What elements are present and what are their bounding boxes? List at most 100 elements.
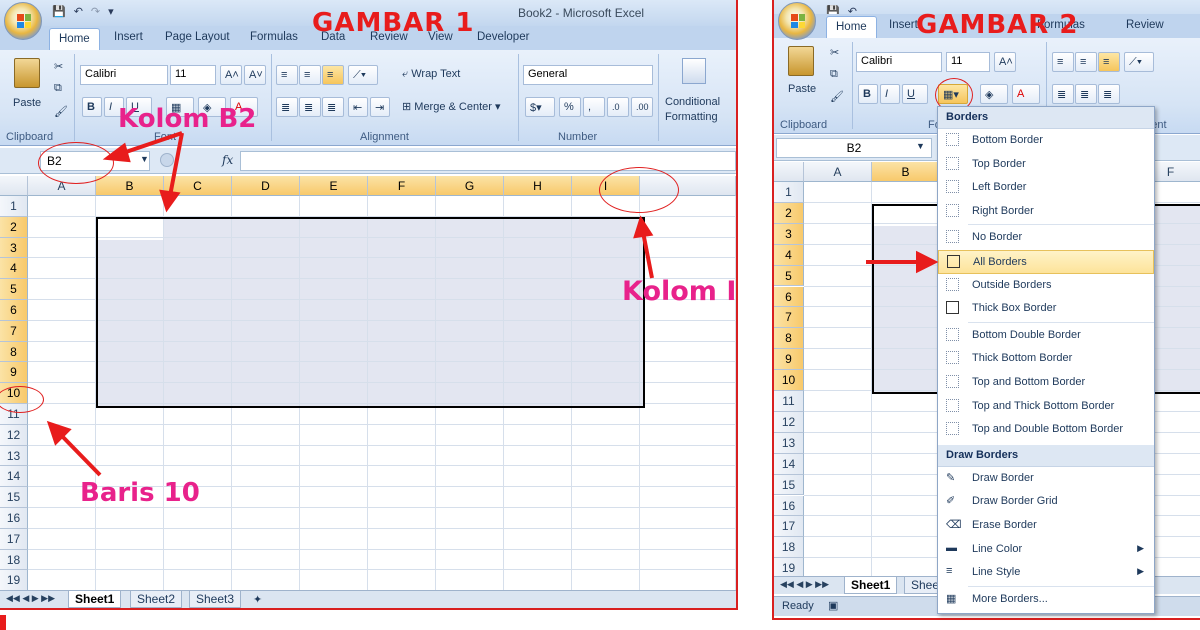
align-bottom-button[interactable]: ≡ bbox=[1098, 52, 1120, 72]
align-right-button[interactable]: ≣ bbox=[1098, 84, 1120, 104]
comma-button[interactable]: , bbox=[583, 97, 605, 117]
sheet-tab-1[interactable]: Sheet1 bbox=[68, 591, 122, 608]
menu-item-bottom-double-border[interactable]: Bottom Double Border bbox=[938, 324, 1154, 348]
center-button[interactable]: ≣ bbox=[1075, 84, 1097, 104]
paste-icon[interactable] bbox=[788, 46, 814, 76]
font-name-combo[interactable]: Calibri bbox=[80, 65, 168, 85]
row-header[interactable]: 13 bbox=[0, 445, 28, 467]
align-top-button[interactable]: ≡ bbox=[276, 65, 298, 85]
menu-item-top-and-bottom-border[interactable]: Top and Bottom Border bbox=[938, 371, 1154, 395]
row-header[interactable]: 9 bbox=[774, 349, 804, 371]
menu-item-line-style[interactable]: ≡ Line Style ▶ bbox=[938, 561, 1154, 585]
increase-indent-button[interactable]: ⇥ bbox=[370, 97, 390, 117]
font-size-combo[interactable]: 11 bbox=[946, 52, 990, 72]
tab-insert[interactable]: Insert bbox=[114, 31, 143, 43]
menu-item-draw-border[interactable]: ✎ Draw Border bbox=[938, 467, 1154, 491]
undo-icon[interactable]: ↶ bbox=[74, 5, 83, 18]
menu-item-no-border[interactable]: No Border bbox=[938, 226, 1154, 250]
row-header[interactable]: 17 bbox=[774, 516, 804, 538]
menu-item-top-and-double-bottom-border[interactable]: Top and Double Bottom Border bbox=[938, 418, 1154, 442]
column-header[interactable]: F bbox=[368, 176, 436, 196]
menu-item-thick-bottom-border[interactable]: Thick Bottom Border bbox=[938, 347, 1154, 371]
menu-item-thick-box-border[interactable]: Thick Box Border bbox=[938, 297, 1154, 321]
conditional-formatting-icon[interactable] bbox=[682, 58, 706, 84]
center-button[interactable]: ≣ bbox=[299, 97, 321, 117]
select-all-corner[interactable] bbox=[0, 176, 28, 196]
decrease-decimal-button[interactable]: .00 bbox=[631, 97, 653, 117]
menu-item-top-border[interactable]: Top Border bbox=[938, 153, 1154, 177]
fill-color-button[interactable]: ◈ bbox=[980, 84, 1008, 104]
bold-button[interactable]: B bbox=[858, 84, 878, 104]
name-box[interactable]: B2 bbox=[776, 138, 932, 158]
row-header[interactable]: 15 bbox=[774, 474, 804, 496]
cut-icon[interactable]: ✂ bbox=[54, 60, 63, 73]
insert-sheet-icon[interactable]: ✦ bbox=[253, 593, 262, 606]
column-header[interactable]: B bbox=[872, 162, 940, 182]
percent-button[interactable]: % bbox=[559, 97, 581, 117]
column-header[interactable]: H bbox=[504, 176, 572, 196]
sheet-tab-1[interactable]: Sheet1 bbox=[844, 577, 898, 594]
row-header[interactable]: 17 bbox=[0, 528, 28, 550]
orientation-button[interactable]: ⟋▾ bbox=[348, 65, 378, 85]
orientation-button[interactable]: ⟋▾ bbox=[1124, 52, 1154, 72]
tab-page-layout[interactable]: Page Layout bbox=[165, 31, 230, 43]
formatting-label[interactable]: Formatting bbox=[665, 111, 718, 123]
row-header[interactable]: 5 bbox=[774, 265, 804, 287]
font-color-button[interactable]: A bbox=[1012, 84, 1040, 104]
align-top-button[interactable]: ≡ bbox=[1052, 52, 1074, 72]
name-box-dropdown-icon[interactable]: ▼ bbox=[916, 141, 925, 151]
menu-item-outside-borders[interactable]: Outside Borders bbox=[938, 274, 1154, 298]
row-header[interactable]: 4 bbox=[0, 258, 28, 280]
row-header[interactable]: 8 bbox=[0, 341, 28, 363]
merge-center-button[interactable]: ⊞ Merge & Center ▾ bbox=[402, 100, 501, 113]
tab-review[interactable]: Review bbox=[1126, 19, 1164, 31]
tab-home[interactable]: Home bbox=[49, 28, 100, 50]
menu-item-left-border[interactable]: Left Border bbox=[938, 176, 1154, 200]
row-header[interactable]: 10 bbox=[774, 370, 804, 391]
office-button[interactable] bbox=[4, 2, 42, 40]
column-header[interactable]: C bbox=[164, 176, 232, 196]
menu-item-more-borders-[interactable]: ▦ More Borders... bbox=[938, 588, 1154, 612]
format-painter-icon[interactable]: 🖌 bbox=[54, 105, 68, 118]
sheet-nav-icon[interactable]: ◀◀ ◀ ▶ ▶▶ bbox=[780, 579, 829, 590]
copy-icon[interactable]: ⧉ bbox=[830, 68, 838, 81]
first-sheet-icon[interactable]: ◀◀ ◀ ▶ ▶▶ bbox=[6, 593, 55, 604]
column-header[interactable]: G bbox=[436, 176, 504, 196]
menu-item-top-and-thick-bottom-border[interactable]: Top and Thick Bottom Border bbox=[938, 395, 1154, 419]
row-header[interactable]: 16 bbox=[774, 495, 804, 517]
font-size-combo[interactable]: 11 bbox=[170, 65, 216, 85]
row-header[interactable]: 19 bbox=[0, 570, 28, 592]
format-painter-icon[interactable]: 🖌 bbox=[830, 90, 844, 103]
paste-icon[interactable] bbox=[14, 58, 40, 88]
row-header[interactable]: 16 bbox=[0, 508, 28, 529]
row-header[interactable]: 6 bbox=[0, 300, 28, 321]
italic-button[interactable]: I bbox=[880, 84, 900, 104]
cut-icon[interactable]: ✂ bbox=[830, 46, 839, 59]
row-header[interactable]: 1 bbox=[774, 182, 804, 203]
shrink-font-button[interactable]: A˅ bbox=[244, 65, 266, 85]
row-header[interactable]: 2 bbox=[0, 216, 28, 238]
row-header[interactable]: 2 bbox=[774, 202, 804, 224]
row-header[interactable]: 14 bbox=[774, 453, 804, 475]
row-header[interactable]: 13 bbox=[774, 432, 804, 454]
align-bottom-button[interactable]: ≡ bbox=[322, 65, 344, 85]
paste-button[interactable]: Paste bbox=[788, 83, 816, 95]
align-middle-button[interactable]: ≡ bbox=[1075, 52, 1097, 72]
column-header[interactable]: D bbox=[232, 176, 300, 196]
column-header[interactable]: B bbox=[96, 176, 164, 196]
row-header[interactable]: 11 bbox=[774, 391, 804, 412]
row-header[interactable]: 7 bbox=[774, 307, 804, 329]
sheet-tab-3[interactable]: Sheet3 bbox=[189, 591, 242, 608]
bold-button[interactable]: B bbox=[82, 97, 102, 117]
column-header[interactable]: A bbox=[804, 162, 872, 182]
decrease-indent-button[interactable]: ⇤ bbox=[348, 97, 368, 117]
row-header[interactable]: 6 bbox=[774, 286, 804, 308]
row-header[interactable]: 9 bbox=[0, 362, 28, 384]
redo-icon[interactable]: ↷ bbox=[91, 5, 100, 18]
align-left-button[interactable]: ≣ bbox=[276, 97, 298, 117]
menu-item-bottom-border[interactable]: Bottom Border bbox=[938, 129, 1154, 153]
sheet-tab-2[interactable]: Sheet2 bbox=[130, 591, 183, 608]
row-header[interactable]: 12 bbox=[0, 424, 28, 446]
grow-font-button[interactable]: A˄ bbox=[994, 52, 1016, 72]
column-header[interactable]: E bbox=[300, 176, 368, 196]
